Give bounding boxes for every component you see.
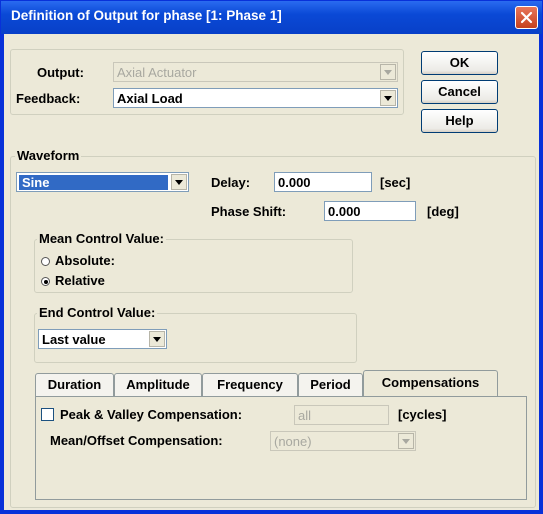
dialog-window: Definition of Output for phase [1: Phase… — [0, 0, 543, 514]
feedback-label: Feedback: — [16, 91, 81, 106]
output-select[interactable]: Axial Actuator — [113, 62, 398, 82]
delay-input[interactable]: 0.000 — [274, 172, 372, 192]
waveform-type-value: Sine — [19, 175, 168, 190]
peak-valley-cycles-input[interactable]: all — [294, 405, 389, 425]
delay-value: 0.000 — [278, 175, 311, 190]
peak-valley-label[interactable]: Peak & Valley Compensation: — [60, 407, 242, 422]
ok-button[interactable]: OK — [421, 51, 498, 75]
delay-label: Delay: — [211, 175, 251, 190]
chevron-down-icon — [402, 439, 410, 444]
mean-control-label: Mean Control Value: — [37, 231, 166, 246]
phase-shift-unit: [deg] — [427, 204, 459, 219]
feedback-select[interactable]: Axial Load — [113, 88, 398, 108]
end-control-dropdown-button[interactable] — [149, 331, 165, 347]
phase-shift-input[interactable]: 0.000 — [324, 201, 416, 221]
help-button[interactable]: Help — [421, 109, 498, 133]
end-control-label: End Control Value: — [37, 305, 158, 320]
chevron-down-icon — [153, 337, 161, 342]
chevron-down-icon — [384, 96, 392, 101]
tab-period[interactable]: Period — [298, 373, 363, 397]
window-title: Definition of Output for phase [1: Phase… — [11, 8, 282, 23]
close-button[interactable] — [515, 6, 538, 29]
absolute-radio-label[interactable]: Absolute: — [55, 253, 115, 268]
cancel-button[interactable]: Cancel — [421, 80, 498, 104]
output-value: Axial Actuator — [117, 65, 197, 80]
end-control-select[interactable]: Last value — [38, 329, 167, 349]
feedback-dropdown-button[interactable] — [380, 90, 396, 106]
mean-offset-label: Mean/Offset Compensation: — [50, 433, 223, 448]
tab-duration[interactable]: Duration — [35, 373, 114, 397]
phase-shift-label: Phase Shift: — [211, 204, 287, 219]
relative-radio[interactable] — [41, 277, 50, 286]
waveform-group-label: Waveform — [15, 148, 82, 163]
peak-valley-checkbox[interactable] — [41, 408, 54, 421]
close-icon — [520, 11, 533, 24]
mean-offset-dropdown-button[interactable] — [398, 433, 414, 449]
tab-frequency[interactable]: Frequency — [202, 373, 298, 397]
mean-offset-value: (none) — [274, 434, 312, 449]
dialog-body: Output: Axial Actuator Feedback: Axial L… — [4, 34, 539, 510]
phase-shift-value: 0.000 — [328, 204, 361, 219]
output-dropdown-button[interactable] — [380, 64, 396, 80]
title-bar[interactable]: Definition of Output for phase [1: Phase… — [1, 1, 542, 34]
chevron-down-icon — [175, 180, 183, 185]
end-control-value: Last value — [42, 332, 106, 347]
tab-strip: Duration Amplitude Frequency Period Comp… — [16, 370, 536, 398]
output-label: Output: — [37, 65, 84, 80]
relative-radio-label[interactable]: Relative — [55, 273, 105, 288]
peak-valley-cycles-value: all — [298, 408, 312, 423]
tab-amplitude[interactable]: Amplitude — [114, 373, 202, 397]
waveform-type-dropdown-button[interactable] — [171, 174, 187, 190]
delay-unit: [sec] — [380, 175, 411, 190]
absolute-radio[interactable] — [41, 257, 50, 266]
waveform-type-select[interactable]: Sine — [16, 172, 189, 192]
mean-offset-select[interactable]: (none) — [270, 431, 416, 451]
chevron-down-icon — [384, 70, 392, 75]
feedback-value: Axial Load — [117, 91, 183, 106]
tab-compensations[interactable]: Compensations — [363, 370, 498, 398]
peak-valley-unit: [cycles] — [398, 407, 447, 422]
